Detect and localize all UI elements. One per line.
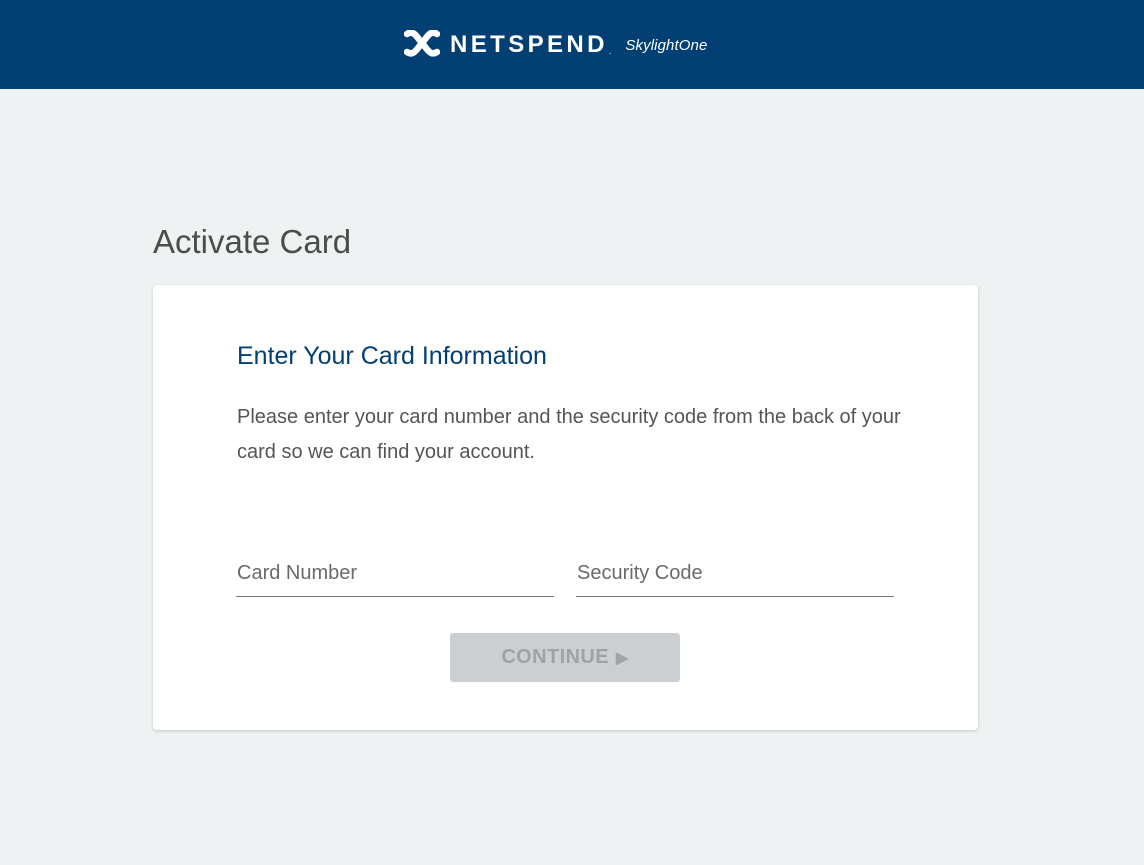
play-arrow-icon: ▶	[615, 649, 629, 667]
activation-card: Enter Your Card Information Please enter…	[153, 285, 978, 730]
card-number-field	[236, 555, 554, 597]
card-number-input[interactable]	[236, 555, 554, 591]
brand-name: NETSPEND	[450, 31, 608, 58]
card-description: Please enter your card number and the se…	[237, 406, 901, 463]
security-code-input[interactable]	[576, 555, 894, 591]
netspend-logo-icon	[404, 30, 440, 57]
brand-registered-mark: .	[608, 46, 612, 56]
continue-label: CONTINUE	[501, 646, 609, 668]
header-bar: NETSPEND . SkylightOne	[0, 0, 1144, 89]
brand-sub-name: SkylightOne	[625, 36, 708, 54]
security-code-field	[576, 555, 894, 597]
page-title: Activate Card	[153, 223, 352, 260]
brand-logo-lockup[interactable]: NETSPEND . SkylightOne	[404, 28, 707, 62]
card-heading: Enter Your Card Information	[237, 342, 547, 370]
continue-button[interactable]: CONTINUE ▶	[450, 633, 680, 682]
